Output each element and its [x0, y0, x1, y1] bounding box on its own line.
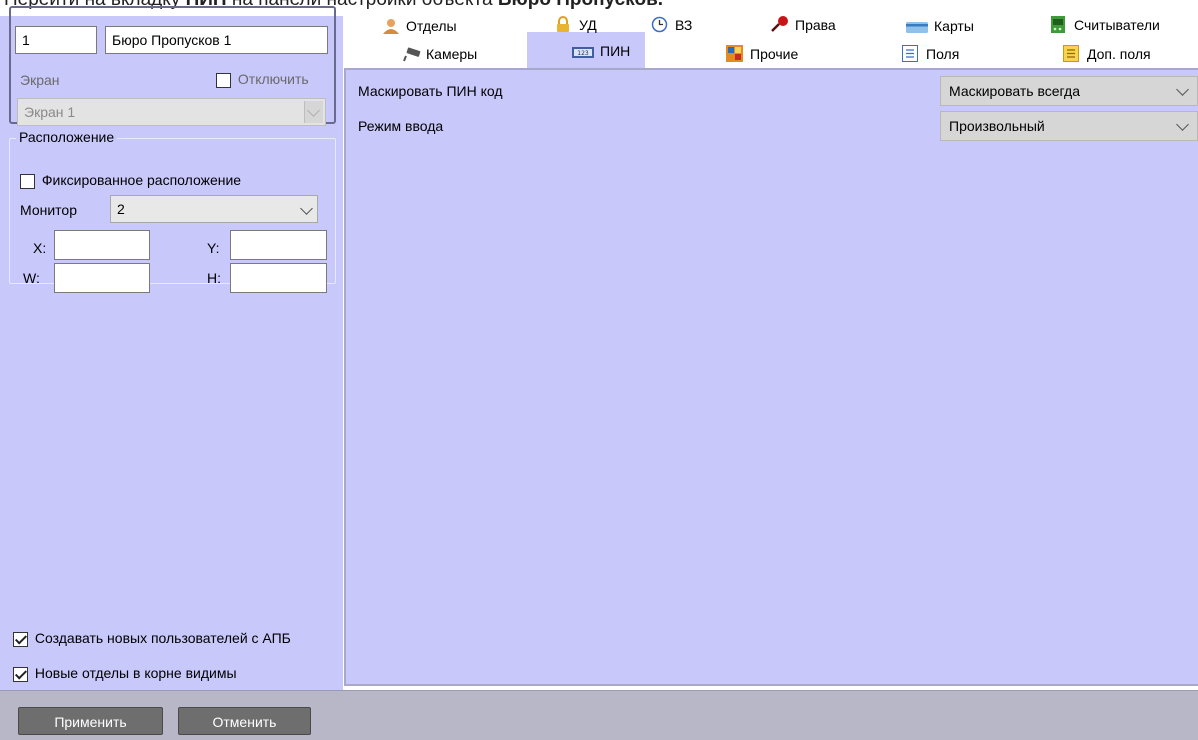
- tab-fields-label: Поля: [926, 46, 960, 62]
- object-name-field[interactable]: Бюро Пропусков 1: [105, 26, 328, 54]
- chevron-down-icon: [307, 104, 320, 117]
- tab-other[interactable]: Прочие: [726, 45, 798, 63]
- h-input[interactable]: [230, 263, 327, 293]
- fixed-location-checkbox[interactable]: Фиксированное расположение: [20, 171, 241, 189]
- monitor-combo-value: 2: [117, 201, 125, 217]
- w-input[interactable]: [54, 263, 150, 293]
- y-input[interactable]: [230, 230, 327, 260]
- camera-icon: [402, 47, 421, 62]
- w-label: W:: [23, 270, 40, 286]
- key-icon: [771, 16, 789, 32]
- location-group-title: Расположение: [16, 128, 118, 146]
- reader-icon: [1050, 16, 1068, 33]
- tab-departments[interactable]: Отделы: [382, 17, 457, 35]
- tab-fields[interactable]: Поля: [902, 45, 959, 63]
- chevron-down-icon: [1176, 83, 1189, 96]
- create-users-apb-label: Создавать новых пользователей с АПБ: [34, 630, 291, 646]
- tab-pin-label: ПИН: [600, 43, 631, 59]
- tab-time-zones[interactable]: ВЗ: [651, 16, 692, 34]
- tab-access-level[interactable]: УД: [555, 16, 597, 34]
- cancel-button[interactable]: Отменить: [178, 707, 311, 735]
- chevron-down-icon: [1176, 118, 1189, 131]
- lock-icon: [555, 16, 573, 32]
- screen-combo-button[interactable]: [304, 101, 323, 123]
- input-mode-combo-value: Произвольный: [949, 118, 1045, 134]
- clock-icon: [651, 16, 669, 33]
- tab-rights[interactable]: Права: [771, 16, 836, 34]
- tab-access-level-label: УД: [579, 17, 597, 33]
- apply-button[interactable]: Применить: [18, 707, 163, 735]
- tab-pin[interactable]: 123 ПИН: [572, 42, 630, 60]
- object-id-field[interactable]: 1: [15, 26, 97, 54]
- y-label: Y:: [207, 240, 220, 256]
- mask-pin-combo[interactable]: Маскировать всегда: [940, 76, 1198, 106]
- fixed-location-checkbox-box[interactable]: [20, 173, 35, 189]
- x-input[interactable]: [54, 230, 150, 260]
- disable-checkbox-label: Отключить: [237, 71, 309, 87]
- input-mode-combo[interactable]: Произвольный: [940, 111, 1198, 141]
- mask-pin-combo-value: Маскировать всегда: [949, 83, 1080, 99]
- x-label: X:: [33, 240, 47, 256]
- tab-time-zones-label: ВЗ: [675, 17, 693, 33]
- tab-cameras[interactable]: Камеры: [402, 45, 477, 63]
- doc-object-name: Бюро Пропусков.: [498, 0, 663, 10]
- new-departments-visible-checkbox-box[interactable]: [13, 666, 28, 682]
- new-departments-visible-checkbox[interactable]: Новые отделы в корне видимы: [13, 664, 237, 682]
- user-icon: [382, 18, 400, 34]
- mask-pin-label: Маскировать ПИН код: [358, 83, 503, 99]
- input-mode-label: Режим ввода: [358, 118, 444, 134]
- tab-departments-label: Отделы: [406, 18, 457, 34]
- misc-icon: [726, 45, 744, 62]
- tab-extra-fields-label: Доп. поля: [1087, 46, 1151, 62]
- create-users-apb-checkbox[interactable]: Создавать новых пользователей с АПБ: [13, 629, 291, 647]
- screen-combo-value: Экран 1: [24, 104, 76, 120]
- disable-checkbox-box[interactable]: [216, 72, 231, 88]
- tab-rights-label: Права: [795, 17, 836, 33]
- create-users-apb-checkbox-box[interactable]: [13, 631, 28, 647]
- tab-readers[interactable]: Считыватели: [1050, 16, 1160, 34]
- screen-label: Экран: [20, 72, 60, 88]
- new-departments-visible-label: Новые отделы в корне видимы: [34, 665, 237, 681]
- pin-settings-panel: [344, 68, 1198, 686]
- h-label: H:: [207, 270, 221, 286]
- tab-other-label: Прочие: [750, 46, 799, 62]
- tab-extra-fields[interactable]: Доп. поля: [1063, 45, 1151, 63]
- pin-icon: 123: [572, 45, 594, 60]
- extra-fields-icon: [1063, 45, 1081, 62]
- chevron-down-icon: [300, 202, 313, 215]
- monitor-combo[interactable]: 2: [110, 195, 318, 223]
- fields-icon: [902, 45, 920, 62]
- card-icon: [906, 20, 928, 35]
- svg-text:123: 123: [577, 50, 589, 57]
- tab-cameras-label: Камеры: [426, 46, 478, 62]
- disable-checkbox[interactable]: Отключить: [216, 70, 309, 88]
- tab-cards[interactable]: Карты: [906, 17, 974, 35]
- tab-cards-label: Карты: [934, 18, 974, 34]
- tab-readers-label: Считыватели: [1074, 17, 1160, 33]
- monitor-label: Монитор: [20, 202, 77, 218]
- fixed-location-label: Фиксированное расположение: [41, 172, 242, 188]
- screen-combo[interactable]: Экран 1: [17, 98, 326, 126]
